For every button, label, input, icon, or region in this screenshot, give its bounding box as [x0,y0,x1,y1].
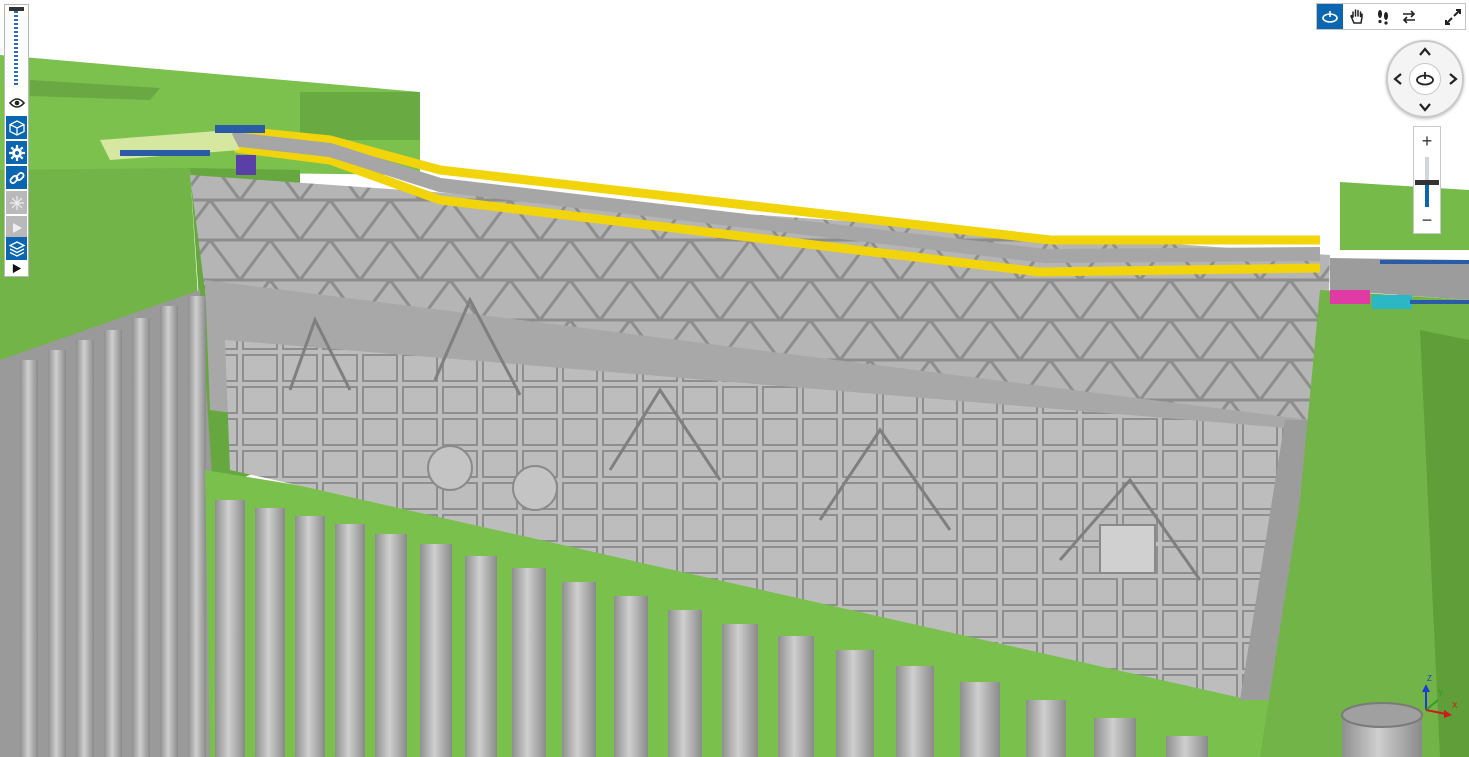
zoom-control: + − [1413,126,1441,234]
fit-view-icon [1445,8,1461,25]
walk-footsteps-icon [1378,9,1388,25]
zoom-slider-fill [1425,182,1429,207]
section-slider[interactable] [9,7,24,87]
effects-button[interactable] [6,191,27,214]
orbit-icon [1322,10,1338,23]
eye-icon [8,97,25,108]
chevron-up-icon [1419,47,1431,56]
model-cube-button[interactable] [6,116,27,139]
chevron-left-icon [1393,73,1402,85]
settings-button[interactable] [6,141,27,164]
rotate-left-arrow[interactable] [1389,70,1407,88]
left-pile-wall [0,290,230,757]
rotate-right-arrow[interactable] [1444,70,1462,88]
slider-track [14,11,18,87]
rotate-down-arrow[interactable] [1416,98,1434,116]
play-icon [12,263,22,273]
axis-triad: Z Y X [1422,674,1458,718]
orbit-button[interactable] [1317,4,1343,29]
swap-view-button[interactable] [1396,4,1422,29]
axis-y-label: Y [1438,689,1444,698]
cube-icon [8,119,25,136]
sparkle-icon [9,195,24,210]
zoom-slider-thumb[interactable] [1415,180,1439,185]
visibility-button[interactable] [6,91,27,114]
swap-arrows-icon [1402,9,1416,24]
axis-x-label: X [1452,701,1458,710]
navigation-wheel[interactable] [1386,40,1464,118]
orbit-icon [1416,72,1434,86]
link-button[interactable] [6,166,27,189]
walk-button[interactable] [1370,4,1396,29]
fit-view-button[interactable] [1440,4,1466,29]
tank [1341,702,1423,757]
animation-button[interactable] [6,216,27,239]
chevron-down-icon [1419,103,1431,112]
axis-z-label: Z [1427,674,1432,683]
zoom-in-button[interactable]: + [1414,130,1440,152]
play-icon [12,222,22,233]
pan-hand-icon [1350,9,1363,24]
layers-button[interactable] [6,237,27,260]
link-icon [9,171,24,184]
gear-icon [8,144,25,161]
navigation-mode-toolbar [1316,3,1466,30]
pan-button[interactable] [1344,4,1370,29]
3d-model-viewport[interactable] [0,0,1469,757]
play-button[interactable] [6,260,27,276]
view-tools-toolbar [4,4,29,277]
rotate-up-arrow[interactable] [1416,43,1434,61]
chevron-right-icon [1449,73,1458,85]
orbit-center-button[interactable] [1409,63,1441,95]
layers-cube-icon [8,240,25,257]
zoom-out-button[interactable]: − [1414,209,1440,231]
